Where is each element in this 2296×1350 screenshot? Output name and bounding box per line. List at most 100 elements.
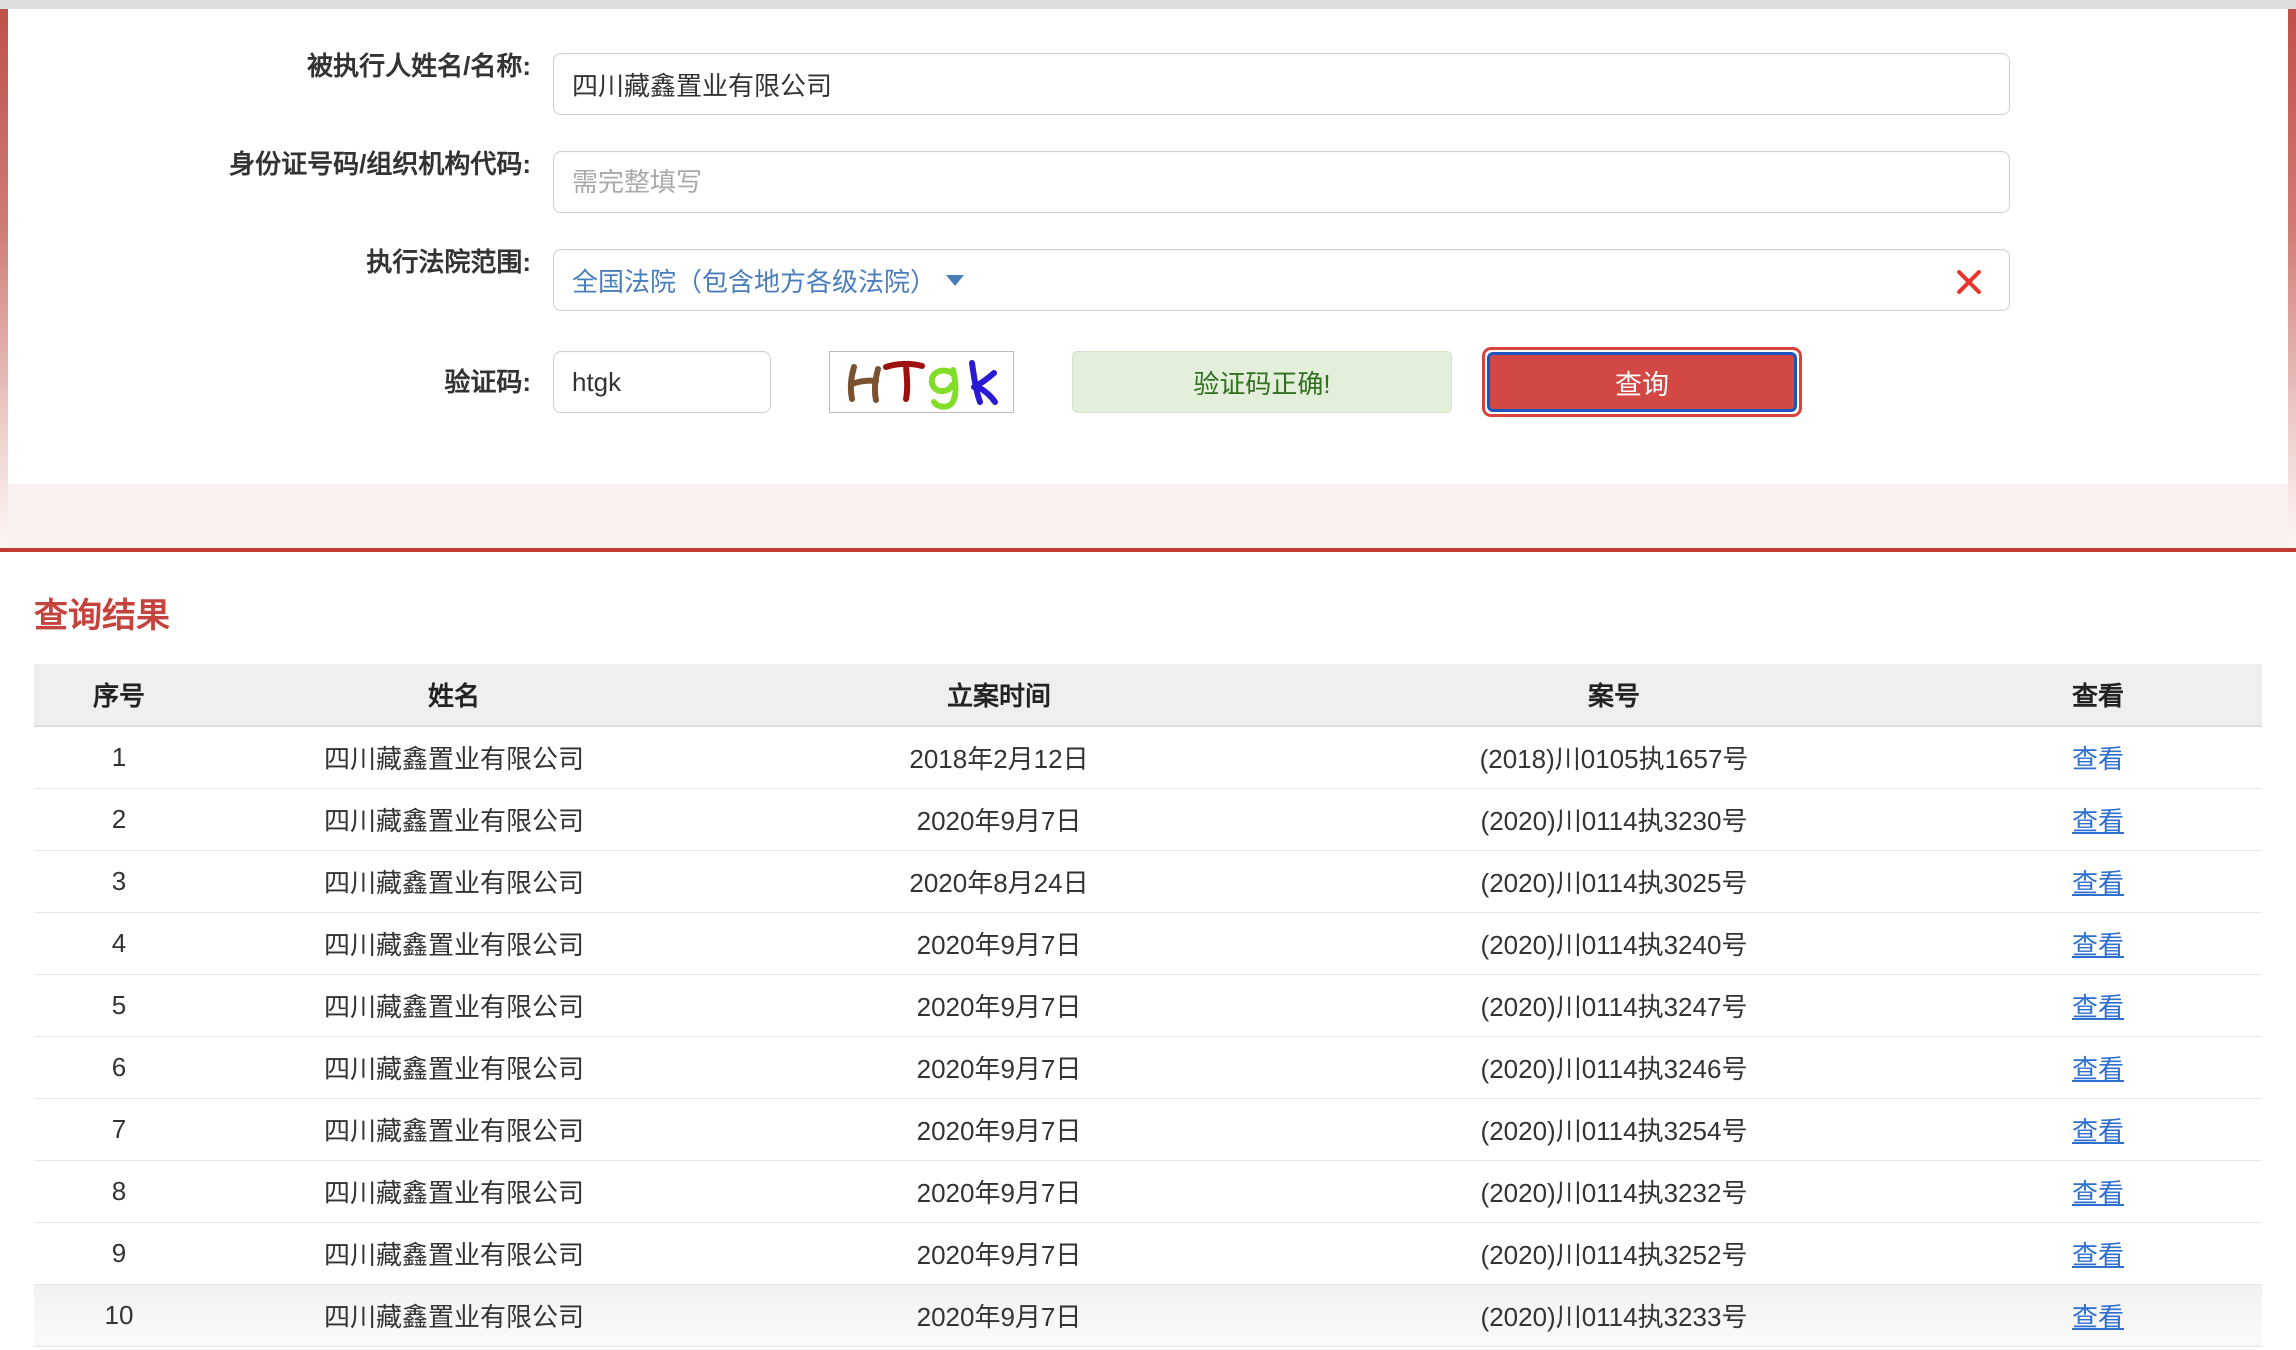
cell-filing-date-text: 2020年9月7日	[916, 1115, 1082, 1146]
cell-case-no-text: (2018)川0105执1657号	[1479, 743, 1749, 774]
results-table: 序号 姓名 立案时间 案号 查看 1 四川藏鑫置业有限公司 2018年2月12日 (2…	[34, 664, 2262, 1347]
view-detail-link-text[interactable]: 查看	[2072, 806, 2124, 836]
table-row: 5 四川藏鑫置业有限公司 2020年9月7日 (2020)川0114执3247号 查看	[34, 974, 2262, 1037]
cell-case-no-text: (2020)川0114执3233号	[1480, 1301, 1748, 1332]
view-detail-link-text[interactable]: 查看	[2072, 992, 2124, 1022]
cell-index: 10	[34, 1284, 204, 1347]
cell-name-text: 四川藏鑫置业有限公司	[323, 1239, 584, 1270]
view-detail-link: 查看	[1934, 1284, 2262, 1347]
view-detail-link-text[interactable]: 查看	[2072, 1302, 2124, 1332]
cell-filing-date: 2020年9月7日	[704, 1036, 1294, 1099]
form-row-executed-person-name: 被执行人姓名/名称:	[8, 53, 2288, 115]
cell-name-text: 四川藏鑫置业有限公司	[323, 929, 584, 960]
view-detail-link-text[interactable]: 查看	[2072, 1178, 2124, 1208]
page-root: 被执行人姓名/名称: 身份证号码/组织机构代码: 执行法院范围: 全国法院（包含…	[0, 0, 2296, 1350]
cell-filing-date-text: 2018年2月12日	[909, 743, 1089, 774]
view-detail-link-text[interactable]: 查看	[2072, 1116, 2124, 1146]
cell-filing-date-text: 2020年9月7日	[916, 1053, 1082, 1084]
query-button-focus-ring: 查询	[1482, 347, 1802, 417]
cell-name: 四川藏鑫置业有限公司	[204, 1284, 704, 1347]
cell-filing-date: 2020年9月7日	[704, 912, 1294, 975]
captcha-image-svg	[847, 360, 998, 410]
table-row: 1 四川藏鑫置业有限公司 2018年2月12日 (2018)川0105执1657号 查看	[34, 726, 2262, 789]
cell-index: 1	[34, 726, 204, 789]
view-detail-link-text[interactable]: 查看	[2072, 868, 2124, 898]
column-header-case-no: 案号	[1294, 664, 1934, 727]
view-detail-link-text[interactable]: 查看	[2072, 1240, 2124, 1270]
cell-name: 四川藏鑫置业有限公司	[204, 1160, 704, 1223]
form-row-id-or-org-code: 身份证号码/组织机构代码:	[8, 151, 2288, 213]
cell-filing-date: 2020年9月7日	[704, 1098, 1294, 1161]
cell-name-text: 四川藏鑫置业有限公司	[323, 991, 584, 1022]
view-detail-link: 查看	[1934, 850, 2262, 913]
form-row-captcha: 验证码: htgk 验证码正确! 查询	[8, 347, 2288, 417]
cell-name: 四川藏鑫置业有限公司	[204, 788, 704, 851]
cell-index-text: 2	[111, 803, 127, 834]
field-wrap-court-range: 全国法院（包含地方各级法院）	[553, 249, 2010, 311]
table-row: 2 四川藏鑫置业有限公司 2020年9月7日 (2020)川0114执3230号 查看	[34, 788, 2262, 851]
search-form-panel: 被执行人姓名/名称: 身份证号码/组织机构代码: 执行法院范围: 全国法院（包含…	[8, 9, 2288, 484]
executed-person-name-input[interactable]	[553, 53, 2010, 115]
table-row: 6 四川藏鑫置业有限公司 2020年9月7日 (2020)川0114执3246号 查看	[34, 1036, 2262, 1099]
column-header-index: 序号	[34, 664, 204, 727]
label-executed-person-name: 被执行人姓名/名称:	[307, 51, 531, 81]
cell-case-no-text: (2020)川0114执3232号	[1480, 1177, 1748, 1208]
captcha-status-text: 验证码正确!	[1193, 368, 1331, 399]
view-detail-link: 查看	[1934, 788, 2262, 851]
results-section: 查询结果 序号 姓名 立案时间 案号 查看 1 四川藏鑫置业有限公司 2018年2月…	[0, 552, 2296, 1350]
cell-index-text: 8	[111, 1175, 127, 1206]
close-x-icon[interactable]	[1953, 264, 1985, 296]
cell-filing-date: 2020年9月7日	[704, 1284, 1294, 1347]
view-detail-link-text[interactable]: 查看	[2072, 1054, 2124, 1084]
label-captcha: 验证码:	[444, 367, 531, 397]
cell-filing-date-text: 2020年8月24日	[909, 867, 1089, 898]
cell-index: 6	[34, 1036, 204, 1099]
field-wrap-id-or-org-code	[553, 151, 2010, 213]
cell-index: 9	[34, 1222, 204, 1285]
cell-index: 3	[34, 850, 204, 913]
cell-case-no: (2020)川0114执3232号	[1294, 1160, 1934, 1223]
cell-filing-date: 2020年9月7日	[704, 1222, 1294, 1285]
view-detail-link: 查看	[1934, 974, 2262, 1037]
cell-case-no-text: (2020)川0114执3254号	[1480, 1115, 1748, 1146]
view-detail-link-text[interactable]: 查看	[2072, 744, 2124, 774]
panel-separator-band	[8, 484, 2288, 548]
results-table-head: 序号 姓名 立案时间 案号 查看	[34, 664, 2262, 727]
form-row-court-range: 执行法院范围: 全国法院（包含地方各级法院）	[8, 249, 2288, 311]
cell-case-no: (2020)川0114执3025号	[1294, 850, 1934, 913]
results-title: 查询结果	[34, 597, 170, 635]
cell-name: 四川藏鑫置业有限公司	[204, 974, 704, 1037]
cell-index-text: 5	[111, 989, 127, 1020]
cell-case-no-text: (2020)川0114执3240号	[1480, 929, 1748, 960]
cell-name-text: 四川藏鑫置业有限公司	[323, 805, 584, 836]
cell-case-no-text: (2020)川0114执3247号	[1480, 991, 1748, 1022]
cell-filing-date: 2018年2月12日	[704, 726, 1294, 789]
results-table-body: 1 四川藏鑫置业有限公司 2018年2月12日 (2018)川0105执1657号 查看…	[34, 726, 2262, 1347]
cell-index-text: 3	[111, 865, 127, 896]
cell-name: 四川藏鑫置业有限公司	[204, 912, 704, 975]
view-detail-link-text[interactable]: 查看	[2072, 930, 2124, 960]
cell-filing-date-text: 2020年9月7日	[916, 991, 1082, 1022]
cell-filing-date-text: 2020年9月7日	[916, 929, 1082, 960]
cell-name: 四川藏鑫置业有限公司	[204, 850, 704, 913]
table-row: 9 四川藏鑫置业有限公司 2020年9月7日 (2020)川0114执3252号 查看	[34, 1222, 2262, 1285]
id-or-org-code-input[interactable]	[553, 151, 2010, 213]
table-row: 8 四川藏鑫置业有限公司 2020年9月7日 (2020)川0114执3232号 查看	[34, 1160, 2262, 1223]
cell-filing-date: 2020年9月7日	[704, 788, 1294, 851]
browser-top-strip	[0, 0, 2296, 9]
table-row: 4 四川藏鑫置业有限公司 2020年9月7日 (2020)川0114执3240号 查看	[34, 912, 2262, 975]
cell-filing-date-text: 2020年9月7日	[916, 805, 1082, 836]
cell-index: 4	[34, 912, 204, 975]
cell-index-text: 10	[104, 1299, 134, 1330]
captcha-image[interactable]	[829, 351, 1014, 413]
cell-case-no: (2020)川0114执3247号	[1294, 974, 1934, 1037]
cell-name-text: 四川藏鑫置业有限公司	[323, 1177, 584, 1208]
chevron-down-icon[interactable]	[946, 274, 965, 286]
query-button[interactable]: 查询	[1487, 352, 1797, 412]
table-row: 10 四川藏鑫置业有限公司 2020年9月7日 (2020)川0114执3233号 查看	[34, 1284, 2262, 1347]
view-detail-link: 查看	[1934, 726, 2262, 789]
court-range-select[interactable]: 全国法院（包含地方各级法院）	[553, 249, 2010, 311]
cell-filing-date-text: 2020年9月7日	[916, 1301, 1082, 1332]
cell-index-text: 4	[111, 927, 127, 958]
captcha-input[interactable]	[553, 351, 771, 413]
